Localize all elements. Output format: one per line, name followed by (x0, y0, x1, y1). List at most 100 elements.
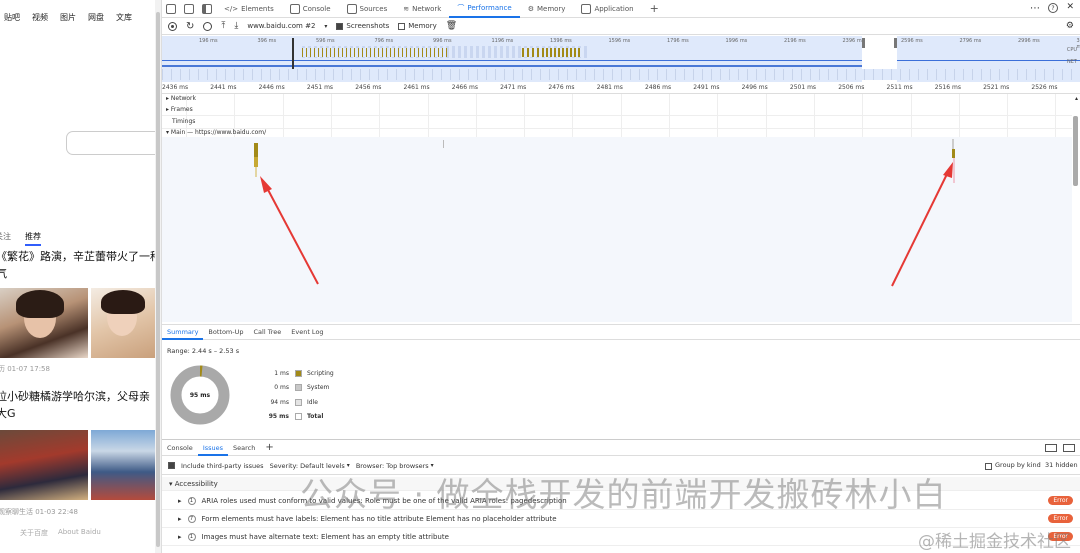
tab-label: Console (302, 4, 331, 13)
tab-label: Elements (241, 4, 274, 13)
overview-tick: 2596 ms (901, 38, 923, 44)
tab-event-log[interactable]: Event Log (286, 325, 328, 340)
add-drawer-tab-icon[interactable]: + (260, 440, 278, 456)
memory-checkbox[interactable] (398, 22, 406, 30)
legend-label: Idle (307, 398, 318, 406)
group-checkbox (985, 463, 992, 472)
nav-tieba[interactable]: 贴吧 (4, 12, 20, 23)
news-photo-1[interactable] (0, 288, 88, 358)
ruler-tick: 2486 ms (645, 84, 672, 91)
footer-about-en[interactable]: About Baidu (58, 528, 101, 538)
close-icon[interactable]: ✕ (1066, 2, 1074, 12)
red-arrow-head (943, 162, 953, 178)
tab-memory[interactable]: ⚙ Memory (520, 0, 574, 18)
overview-tick: 396 ms (257, 38, 277, 44)
profile-select[interactable]: www.baidu.com #2 (247, 22, 315, 30)
tab-summary[interactable]: Summary (162, 325, 204, 340)
ruler-tick: 2481 ms (596, 84, 623, 91)
memory-label: Memory (408, 22, 437, 30)
nav-pan[interactable]: 网盘 (88, 12, 104, 23)
tab-sources[interactable]: Sources (339, 0, 396, 18)
red-arrow-head (260, 176, 272, 193)
drawer-tab-console[interactable]: Console (162, 440, 198, 456)
chevron-up-icon[interactable]: ▴ (1075, 95, 1078, 102)
overview-ticks: 196 ms 396 ms 596 ms 796 ms 996 ms 1196 ms 139… (162, 38, 1080, 50)
download-icon[interactable]: ⤓ (234, 21, 238, 31)
legend-value: 95 ms (268, 413, 289, 421)
legend-swatch (295, 413, 302, 421)
selection-handle[interactable] (894, 38, 897, 48)
flamechart-scrollbar[interactable] (1073, 116, 1078, 186)
news-photo-4[interactable] (91, 430, 155, 500)
tab-elements[interactable]: </> Elements (216, 0, 282, 18)
overview-tick: 1396 ms (550, 38, 572, 44)
news-photo-3[interactable] (0, 430, 88, 500)
ruler-tick: 2506 ms (838, 84, 865, 91)
record-icon[interactable] (168, 21, 177, 31)
more-options-icon[interactable]: ⋯ (1030, 3, 1040, 14)
inspect-icon[interactable] (162, 0, 180, 18)
help-icon[interactable]: ? (1048, 3, 1058, 13)
dock-icon[interactable] (198, 0, 216, 18)
clear-icon[interactable] (203, 21, 213, 31)
ruler-tick: 2511 ms (886, 84, 913, 91)
overview-tick: 3196 ms (1076, 38, 1080, 50)
range-text: Range: 2.44 s – 2.53 s (167, 347, 240, 355)
drawer-tab-issues[interactable]: Issues (197, 440, 229, 456)
details-tabs: Summary Bottom-Up Call Tree Event Log (162, 324, 1080, 340)
news-headline[interactable]: 拉小砂糖橘游学哈尔滨，父母亲 (0, 389, 150, 405)
tab-recommend[interactable]: 推荐 (25, 231, 41, 246)
search-input[interactable] (66, 131, 155, 155)
tab-application[interactable]: Application (573, 0, 641, 18)
tab-label: Network (412, 4, 442, 13)
garbage-collect-icon[interactable]: 🗑 (446, 21, 457, 31)
ruler-tick: 2441 ms (210, 84, 237, 91)
nav-video[interactable]: 视频 (32, 12, 48, 23)
ruler-tick: 2521 ms (983, 84, 1010, 91)
timeline-overview[interactable]: 196 ms 396 ms 596 ms 796 ms 996 ms 1196 ms 139… (162, 36, 1080, 82)
footer-about[interactable]: 关于百度 (20, 528, 48, 538)
cpu-label: CPU (1066, 47, 1077, 53)
third-party-checkbox[interactable] (168, 462, 175, 469)
ruler-tick: 2516 ms (934, 84, 961, 91)
legend-row: 0 ms System (267, 381, 334, 396)
tab-bottom-up[interactable]: Bottom-Up (203, 325, 248, 340)
ruler-tick: 2491 ms (693, 84, 720, 91)
overview-tick: 1196 ms (491, 38, 514, 44)
news-headline[interactable]: 《繁花》路演，辛芷蕾带火了一种 (0, 249, 155, 265)
news-photo-2[interactable] (91, 288, 155, 358)
overview-tick: 1996 ms (725, 38, 748, 44)
overview-tick: 596 ms (316, 38, 335, 44)
legend-row: 95 ms Total (267, 410, 334, 425)
selection-handle[interactable] (862, 38, 865, 48)
screenshots-checkbox[interactable] (336, 22, 344, 30)
tab-network[interactable]: ≋ Network (395, 0, 449, 18)
news-meta: 观察聊生活 01-03 22:48 (0, 508, 78, 516)
scrollbar-thumb[interactable] (156, 12, 160, 547)
reload-icon[interactable]: ↻ (186, 21, 194, 32)
dock-drawer-icon[interactable] (1045, 444, 1057, 452)
performance-icon: ⌒ (457, 3, 465, 12)
nav-wenku[interactable]: 文库 (116, 12, 132, 23)
tab-label: Application (594, 4, 634, 13)
tab-console[interactable]: Console (282, 0, 339, 18)
annotation-arrows (260, 162, 953, 287)
settings-gear-icon[interactable]: ⚙ (1066, 21, 1074, 31)
chevron-down-icon[interactable]: ▾ (324, 23, 327, 30)
news-headline-cont[interactable]: 气 (0, 266, 7, 282)
tab-performance[interactable]: ⌒ Performance (449, 0, 520, 18)
group-title: Accessibility (174, 479, 218, 488)
nav-images[interactable]: 图片 (60, 12, 76, 23)
drawer-tab-search[interactable]: Search (228, 440, 260, 456)
news-headline-cont[interactable]: 大G (0, 406, 16, 422)
more-tabs-icon[interactable]: + (642, 0, 667, 18)
close-drawer-icon[interactable] (1063, 444, 1075, 452)
tab-follow[interactable]: 关注 (0, 231, 11, 246)
device-toolbar-icon[interactable] (180, 0, 198, 18)
performance-toolbar: ↻ ⤒ ⤓ www.baidu.com #2 ▾ Screenshots Mem… (162, 18, 1080, 35)
overview-tick: 196 ms (199, 38, 218, 44)
legend-swatch (295, 398, 302, 406)
upload-icon[interactable]: ⤒ (221, 21, 225, 31)
tab-call-tree[interactable]: Call Tree (249, 325, 287, 340)
legend-row: 1 ms Scripting (267, 366, 334, 381)
